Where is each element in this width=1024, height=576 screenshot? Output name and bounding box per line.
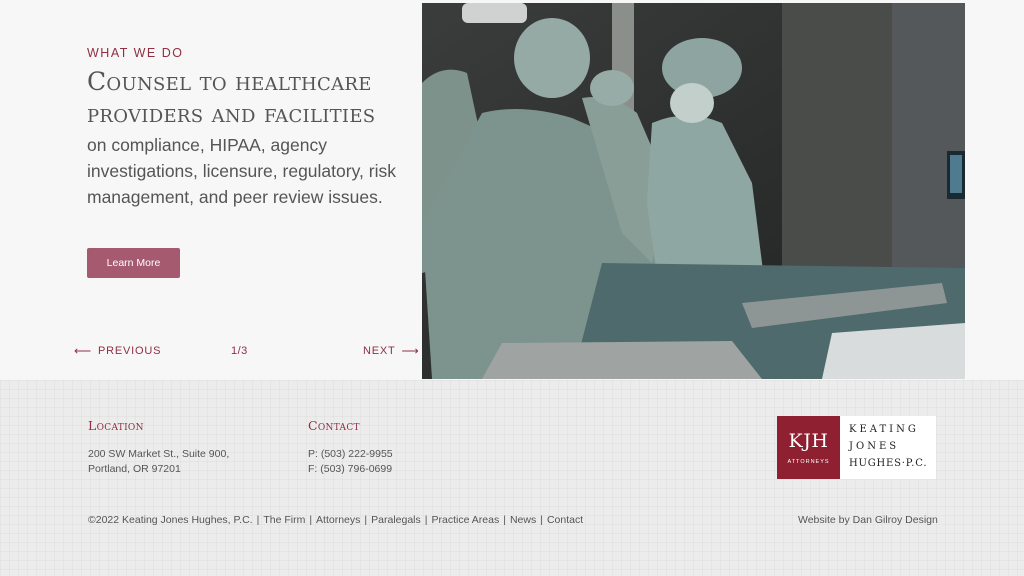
hero-photo bbox=[422, 3, 965, 379]
contact-heading: Contact bbox=[308, 418, 360, 433]
footer-link-contact[interactable]: Contact bbox=[547, 514, 583, 526]
logo-monogram: KJH bbox=[788, 430, 829, 452]
location-heading: Location bbox=[88, 418, 144, 433]
arrow-right-icon: ⟶ bbox=[401, 344, 420, 358]
footer-link-the-firm[interactable]: The Firm bbox=[263, 514, 305, 526]
logo-name-hughes: HUGHES·P.C. bbox=[849, 458, 928, 469]
hero-section: WHAT WE DO Counsel to healthcare provide… bbox=[0, 0, 1024, 380]
footer-link-attorneys[interactable]: Attorneys bbox=[316, 514, 360, 526]
previous-label: PREVIOUS bbox=[98, 345, 162, 357]
next-label: NEXT bbox=[363, 345, 396, 357]
contact-block: Contact P: (503) 222-9955 F: (503) 796-0… bbox=[308, 418, 393, 477]
footer-link-news[interactable]: News bbox=[510, 514, 536, 526]
hero-headline: Counsel to healthcare providers and faci… bbox=[87, 67, 376, 128]
learn-more-button[interactable]: Learn More bbox=[87, 248, 180, 278]
logo-name-keating: KEATING bbox=[849, 424, 919, 435]
phone-number[interactable]: P: (503) 222-9955 bbox=[308, 447, 393, 462]
hero-subhead: on compliance, HIPAA, agency investigati… bbox=[87, 135, 396, 207]
copyright-text: ©2022 Keating Jones Hughes, P.C. bbox=[88, 514, 253, 526]
previous-slide-button[interactable]: ⟵ PREVIOUS bbox=[74, 344, 161, 358]
footer-nav: ©2022 Keating Jones Hughes, P.C. | The F… bbox=[88, 514, 584, 526]
logo-mark: KJH ATTORNEYS bbox=[777, 416, 840, 479]
footer-link-practice-areas[interactable]: Practice Areas bbox=[432, 514, 500, 526]
surgery-photo-illustration bbox=[422, 3, 965, 379]
address-line-1: 200 SW Market St., Suite 900, bbox=[88, 448, 230, 460]
footer-link-paralegals[interactable]: Paralegals bbox=[371, 514, 421, 526]
logo-name-jones: JONES bbox=[849, 441, 900, 452]
next-slide-button[interactable]: NEXT ⟶ bbox=[363, 344, 420, 358]
firm-logo[interactable]: KJH ATTORNEYS KEATING JONES HUGHES·P.C. bbox=[777, 416, 936, 479]
fax-number: F: (503) 796-0699 bbox=[308, 463, 393, 475]
arrow-left-icon: ⟵ bbox=[74, 344, 93, 358]
logo-names: KEATING JONES HUGHES·P.C. bbox=[840, 416, 936, 479]
location-block: Location 200 SW Market St., Suite 900, P… bbox=[88, 418, 229, 477]
slide-counter: 1/3 bbox=[231, 345, 248, 357]
hero-eyebrow: WHAT WE DO bbox=[87, 46, 184, 60]
site-credit-link[interactable]: Website by Dan Gilroy Design bbox=[798, 514, 938, 526]
hero-text: WHAT WE DO Counsel to healthcare provide… bbox=[87, 46, 417, 210]
logo-tagline: ATTORNEYS bbox=[787, 459, 830, 465]
address-line-2: Portland, OR 97201 bbox=[88, 463, 181, 475]
